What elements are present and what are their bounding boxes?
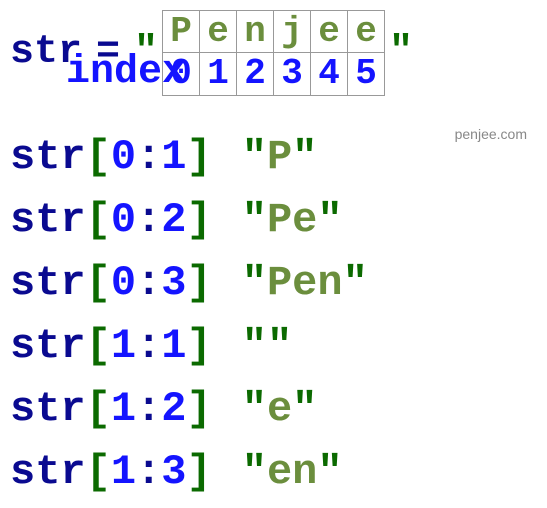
expr-colon: :: [136, 189, 161, 252]
close-quote: ": [389, 30, 413, 76]
result-close-quote: ": [317, 189, 342, 252]
result-open-quote: ": [242, 441, 267, 504]
char-cell: P: [163, 11, 200, 53]
expr-end: 3: [161, 252, 186, 315]
result-open-quote: ": [242, 126, 267, 189]
expr-open-bracket: [: [86, 126, 111, 189]
expr-end: 3: [161, 441, 186, 504]
slice-expression: str[1:3]: [10, 441, 212, 504]
expr-close-bracket: ]: [187, 189, 212, 252]
slice-result: "": [242, 315, 292, 378]
result-close-quote: ": [267, 315, 292, 378]
slice-result: "Pen": [242, 252, 368, 315]
expr-open-bracket: [: [86, 189, 111, 252]
result-open-quote: ": [242, 378, 267, 441]
slice-expression: str[1:2]: [10, 378, 212, 441]
index-cell: 1: [200, 53, 237, 95]
expr-end: 2: [161, 189, 186, 252]
expr-open-bracket: [: [86, 441, 111, 504]
expr-open-bracket: [: [86, 378, 111, 441]
expr-var: str: [10, 315, 86, 378]
result-text: Pe: [267, 189, 317, 252]
header-block: str = " Penjee 012345 " index: [10, 10, 537, 96]
slice-result: "en": [242, 441, 343, 504]
expr-var: str: [10, 126, 86, 189]
example-row: str[1:3] "en": [10, 441, 537, 504]
result-open-quote: ": [242, 189, 267, 252]
result-text: P: [267, 126, 292, 189]
slice-expression: str[0:1]: [10, 126, 212, 189]
expr-end: 2: [161, 378, 186, 441]
char-cell: n: [237, 11, 274, 53]
expr-open-bracket: [: [86, 315, 111, 378]
result-close-quote: ": [343, 252, 368, 315]
expr-start: 1: [111, 441, 136, 504]
char-cell: e: [200, 11, 237, 53]
expr-close-bracket: ]: [187, 252, 212, 315]
example-row: str[1:2] "e": [10, 378, 537, 441]
expr-close-bracket: ]: [187, 315, 212, 378]
index-cell: 3: [274, 53, 311, 95]
expr-open-bracket: [: [86, 252, 111, 315]
char-cell: j: [274, 11, 311, 53]
result-open-quote: ": [242, 252, 267, 315]
example-row: str[1:1] "": [10, 315, 537, 378]
expr-close-bracket: ]: [187, 378, 212, 441]
char-cell: e: [348, 11, 385, 53]
result-close-quote: ": [292, 378, 317, 441]
index-row: 012345: [163, 53, 385, 95]
expr-var: str: [10, 189, 86, 252]
expr-var: str: [10, 252, 86, 315]
expr-start: 0: [111, 189, 136, 252]
result-text: e: [267, 378, 292, 441]
expr-end: 1: [161, 315, 186, 378]
char-table: Penjee 012345: [162, 10, 385, 96]
slice-expression: str[0:3]: [10, 252, 212, 315]
slice-expression: str[1:1]: [10, 315, 212, 378]
expr-close-bracket: ]: [187, 441, 212, 504]
char-row: Penjee: [163, 11, 385, 53]
expr-start: 0: [111, 126, 136, 189]
example-row: str[0:3] "Pen": [10, 252, 537, 315]
examples-block: penjee.com str[0:1]"P"str[0:2]"Pe"str[0:…: [10, 126, 537, 504]
slice-result: "Pe": [242, 189, 343, 252]
result-close-quote: ": [292, 126, 317, 189]
expr-end: 1: [161, 126, 186, 189]
slice-result: "e": [242, 378, 318, 441]
expr-start: 1: [111, 315, 136, 378]
expr-colon: :: [136, 126, 161, 189]
index-cell: 2: [237, 53, 274, 95]
expr-var: str: [10, 441, 86, 504]
expr-colon: :: [136, 315, 161, 378]
result-text: en: [267, 441, 317, 504]
expr-var: str: [10, 378, 86, 441]
result-close-quote: ": [317, 441, 342, 504]
expr-start: 1: [111, 378, 136, 441]
slice-result: "P": [242, 126, 318, 189]
index-label: index: [66, 50, 186, 96]
expr-start: 0: [111, 252, 136, 315]
example-row: str[0:2] "Pe": [10, 189, 537, 252]
watermark: penjee.com: [455, 126, 527, 142]
result-text: Pen: [267, 252, 343, 315]
char-cell: e: [311, 11, 348, 53]
expr-colon: :: [136, 441, 161, 504]
slice-expression: str[0:2]: [10, 189, 212, 252]
index-cell: 4: [311, 53, 348, 95]
index-cell: 5: [348, 53, 385, 95]
expr-close-bracket: ]: [187, 126, 212, 189]
result-open-quote: ": [242, 315, 267, 378]
expr-colon: :: [136, 252, 161, 315]
expr-colon: :: [136, 378, 161, 441]
